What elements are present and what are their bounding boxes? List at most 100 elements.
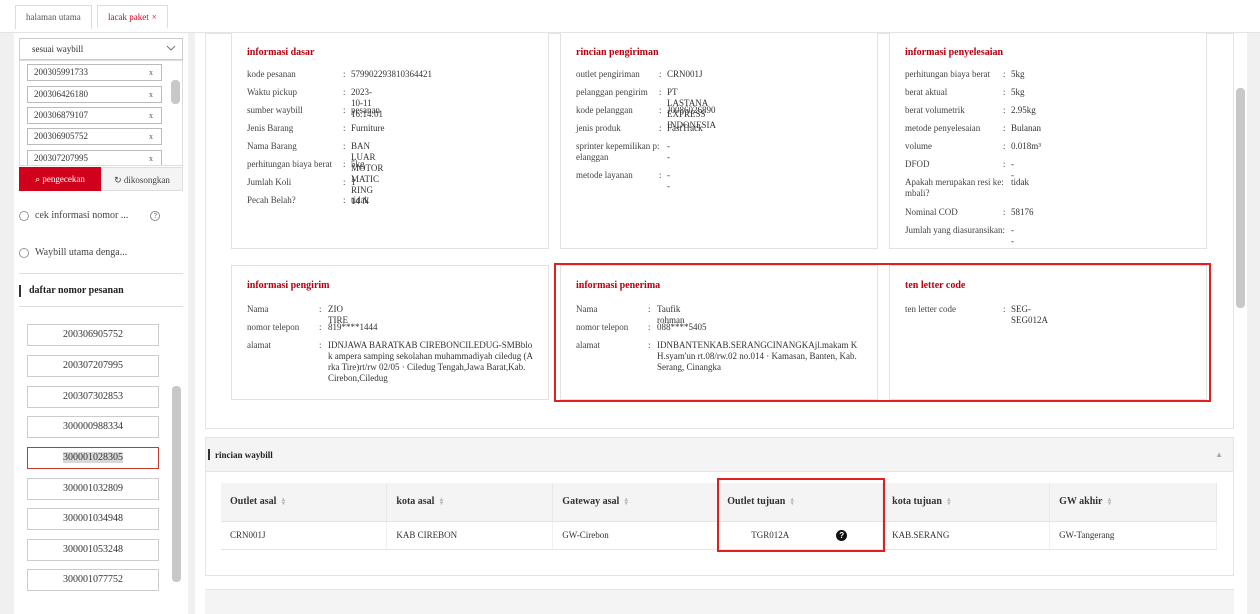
radio-label: cek informasi nomor ...: [35, 210, 129, 221]
kv-key: kode pelanggan: [576, 105, 633, 115]
table-cell: KAB.SERANG: [882, 521, 1051, 550]
order-list-scrollbar[interactable]: [172, 386, 181, 582]
tab-track-package[interactable]: lacak paket ×: [97, 5, 168, 29]
waybill-tag: 200306426180 x: [27, 86, 162, 103]
kv-key: metode layanan: [576, 170, 633, 180]
column-header[interactable]: Outlet asal ▲ ▼: [221, 483, 388, 522]
waybill-tag: 200306905752 x: [27, 128, 162, 145]
order-number: 300001053248: [63, 544, 123, 555]
remove-icon[interactable]: x: [149, 87, 153, 102]
main-scrollbar[interactable]: [1236, 88, 1245, 308]
kv-key: jenis produk: [576, 123, 621, 133]
list-item[interactable]: 300001032809: [27, 478, 159, 500]
kv-value: 2.95kg: [1011, 105, 1036, 115]
waybill-tag-text: 200306905752: [34, 131, 88, 141]
kv-key: DFOD: [905, 159, 930, 169]
table-cell: CRN001J: [221, 521, 388, 550]
sort-icon[interactable]: ▲ ▼: [280, 497, 288, 507]
kv-value: tidak: [1011, 177, 1029, 187]
kv-key: perhitungan biaya berat: [905, 69, 990, 79]
chevron-down-icon: [166, 45, 176, 51]
remove-icon[interactable]: x: [149, 151, 153, 165]
highlight-box-destination-outlet: [717, 478, 885, 552]
remove-icon[interactable]: x: [149, 129, 153, 144]
kv-value: 58176: [1011, 207, 1034, 217]
radio-check-info[interactable]: cek informasi nomor ...?: [19, 208, 161, 224]
card-shipping-detail: rincian pengiriman outlet pengiriman: CRN…: [560, 33, 878, 249]
kv-value: --: [667, 170, 670, 191]
column-header-label: kota tujuan: [892, 496, 942, 508]
sort-icon[interactable]: ▲ ▼: [946, 497, 954, 507]
kv-key: sumber waybill: [247, 105, 303, 115]
tab-home-label: halaman utama: [26, 12, 81, 22]
sort-icon[interactable]: ▲ ▼: [1107, 497, 1115, 507]
kv-key: Nominal COD: [905, 207, 958, 217]
clear-button[interactable]: ↻ dikosongkan: [101, 167, 183, 191]
column-header-label: GW akhir: [1059, 496, 1103, 508]
search-button[interactable]: ⌕ pengecekan: [19, 167, 101, 191]
kv-value: CRN001J: [667, 69, 703, 79]
kv-key: outlet pengiriman: [576, 69, 640, 79]
sort-icon[interactable]: ▲ ▼: [623, 497, 631, 507]
list-item[interactable]: 300001053248: [27, 539, 159, 561]
kv-key: berat aktual: [905, 87, 948, 97]
radio-main-waybill[interactable]: Waybill utama denga...: [19, 245, 127, 261]
kv-key: Jumlah yang diasuransikan:: [905, 225, 1005, 235]
kv-value: FastTrack: [667, 123, 703, 133]
section-title: rincian waybill: [208, 449, 273, 460]
column-header[interactable]: Gateway asal ▲ ▼: [552, 483, 719, 522]
column-header[interactable]: kota asal ▲ ▼: [386, 483, 554, 522]
tab-track-label: lacak paket: [108, 12, 149, 22]
waybill-input-list[interactable]: 200305991733 x 200306426180 x 200306879107…: [19, 60, 183, 166]
radio-circle-icon: [19, 210, 29, 221]
column-header[interactable]: kota tujuan ▲ ▼: [882, 483, 1051, 522]
collapse-icon[interactable]: ▲: [1215, 450, 1223, 459]
kv-value: pesanan: [351, 105, 380, 115]
list-item[interactable]: 300001077752: [27, 569, 159, 591]
kv-value: J0086026890: [667, 105, 716, 115]
column-header-label: Outlet asal: [230, 496, 277, 508]
table-cell: GW-Tangerang: [1049, 521, 1217, 550]
waybill-tag-text: 200306426180: [34, 89, 88, 99]
kv-value: Furniture: [351, 123, 385, 133]
card-settlement-info: informasi penyelesaian perhitungan biaya…: [889, 33, 1207, 249]
waybill-scrollbar[interactable]: [171, 80, 180, 104]
card-title: informasi penyelesaian: [905, 47, 1004, 58]
kv-value: 5kg: [1011, 87, 1025, 97]
waybill-detail-header[interactable]: rincian waybill ▲: [205, 437, 1234, 472]
help-icon[interactable]: ?: [150, 210, 161, 221]
table-cell: KAB CIREBON: [386, 521, 554, 550]
bottom-section-edge: [205, 589, 1234, 614]
order-number: 300001077752: [63, 574, 123, 585]
list-item-selected[interactable]: 300001028305: [27, 447, 159, 469]
sort-icon[interactable]: ▲ ▼: [438, 497, 446, 507]
card-title: informasi dasar: [247, 47, 315, 58]
kv-value: 1: [351, 177, 356, 187]
close-icon[interactable]: ×: [152, 12, 157, 22]
remove-icon[interactable]: x: [149, 108, 153, 123]
order-number: 200307302853: [63, 391, 123, 402]
order-number: 300001034948: [63, 513, 123, 524]
select-value: sesuai waybill: [32, 44, 84, 54]
list-item[interactable]: 200306905752: [27, 324, 159, 346]
kv-value: 5kg: [1011, 69, 1025, 79]
search-type-select[interactable]: sesuai waybill: [19, 38, 183, 60]
kv-value: 819****1444: [328, 322, 378, 332]
list-item[interactable]: 200307302853: [27, 386, 159, 408]
refresh-icon: ↻: [114, 175, 124, 185]
order-number: 200307207995: [63, 360, 123, 371]
list-item[interactable]: 200307207995: [27, 355, 159, 377]
card-sender-info: informasi pengirim Nama: ZIO TIRE nomor t…: [231, 265, 549, 400]
kv-key: alamat: [247, 340, 271, 350]
order-list: 200306905752 200307207995 200307302853 3…: [19, 314, 183, 598]
column-header[interactable]: GW akhir ▲ ▼: [1049, 483, 1217, 522]
order-number: 200306905752: [63, 329, 123, 340]
kv-value: 5kg: [351, 159, 365, 169]
list-item[interactable]: 300000988334: [27, 416, 159, 438]
list-item[interactable]: 300001034948: [27, 508, 159, 530]
clear-button-label: dikosongkan: [123, 175, 170, 185]
order-list-title: daftar nomor pesanan: [19, 273, 183, 307]
remove-icon[interactable]: x: [149, 65, 153, 80]
card-title: informasi pengirim: [247, 280, 330, 291]
tab-home[interactable]: halaman utama: [15, 5, 92, 29]
